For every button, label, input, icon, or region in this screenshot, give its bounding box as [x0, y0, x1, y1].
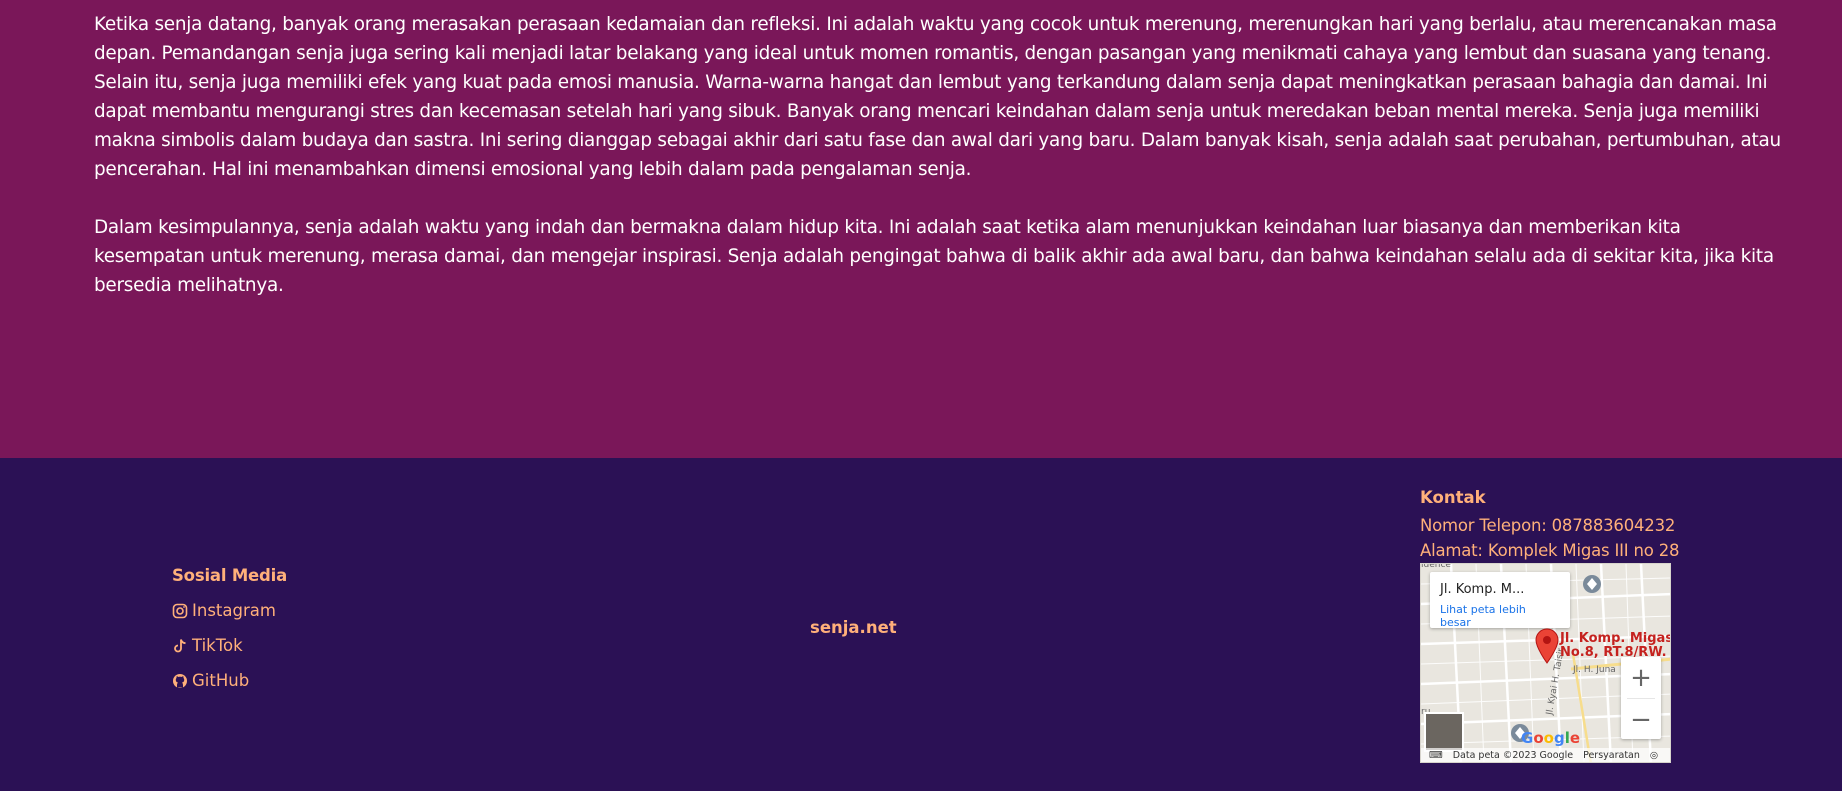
- contact-address: Alamat: Komplek Migas III no 28: [1420, 541, 1680, 560]
- map-street-label: idence: [1421, 563, 1451, 570]
- zoom-in-button[interactable]: +: [1621, 657, 1661, 698]
- map-zoom-controls: + −: [1621, 657, 1661, 739]
- embedded-map[interactable]: idence ru Jl. H. Juna Jl. Kyai H. Taisir…: [1420, 563, 1671, 763]
- tiktok-icon: [174, 638, 186, 652]
- github-link[interactable]: GitHub: [172, 663, 287, 698]
- map-pin-label: Jl. Komp. Migas II No.8, RT.8/RW. 1...: [1560, 631, 1671, 660]
- google-logo: Google: [1521, 729, 1581, 747]
- contact-heading: Kontak: [1420, 488, 1486, 507]
- tiktok-link[interactable]: TikTok: [172, 628, 287, 663]
- social-media-heading: Sosial Media: [172, 566, 288, 585]
- github-icon: [173, 673, 187, 688]
- instagram-link[interactable]: Instagram: [172, 593, 287, 628]
- tiktok-label: TikTok: [192, 636, 243, 655]
- keyboard-icon[interactable]: ⌨: [1429, 750, 1443, 761]
- report-icon[interactable]: ◎: [1650, 750, 1658, 761]
- github-label: GitHub: [192, 671, 250, 690]
- social-media-section: Sosial Media Instagram TikTok GitHub: [172, 566, 287, 698]
- view-larger-map-link[interactable]: Lihat peta lebih besar: [1440, 603, 1560, 629]
- map-terms-link[interactable]: Persyaratan: [1583, 750, 1640, 761]
- article-paragraph-1: Ketika senja datang, banyak orang merasa…: [94, 14, 1781, 180]
- map-data-attribution: Data peta ©2023 Google: [1452, 749, 1574, 761]
- site-footer: Sosial Media Instagram TikTok GitHub sen…: [0, 458, 1842, 791]
- brand-name: senja.net: [810, 618, 897, 637]
- map-attribution-bar: ⌨ Data peta ©2023 Google Persyaratan ◎: [1421, 748, 1670, 762]
- contact-phone: Nomor Telepon: 087883604232: [1420, 516, 1676, 535]
- directions-icon[interactable]: [1582, 574, 1602, 594]
- instagram-icon: [172, 603, 188, 618]
- map-place-title: Jl. Komp. M...: [1440, 582, 1525, 597]
- map-pin-label-line-1: Jl. Komp. Migas II: [1560, 631, 1671, 646]
- map-street-label: Jl. H. Juna: [1573, 665, 1616, 675]
- map-pin-icon[interactable]: [1535, 628, 1559, 664]
- instagram-label: Instagram: [192, 601, 276, 620]
- contact-section: Kontak Nomor Telepon: 087883604232 Alama…: [1420, 488, 1680, 563]
- map-place-card: Jl. Komp. M... Lihat peta lebih besar: [1430, 572, 1570, 629]
- zoom-out-button[interactable]: −: [1621, 699, 1661, 740]
- article-section: Ketika senja datang, banyak orang merasa…: [0, 0, 1842, 458]
- satellite-toggle[interactable]: [1424, 712, 1464, 752]
- article-paragraph-2: Dalam kesimpulannya, senja adalah waktu …: [94, 217, 1774, 296]
